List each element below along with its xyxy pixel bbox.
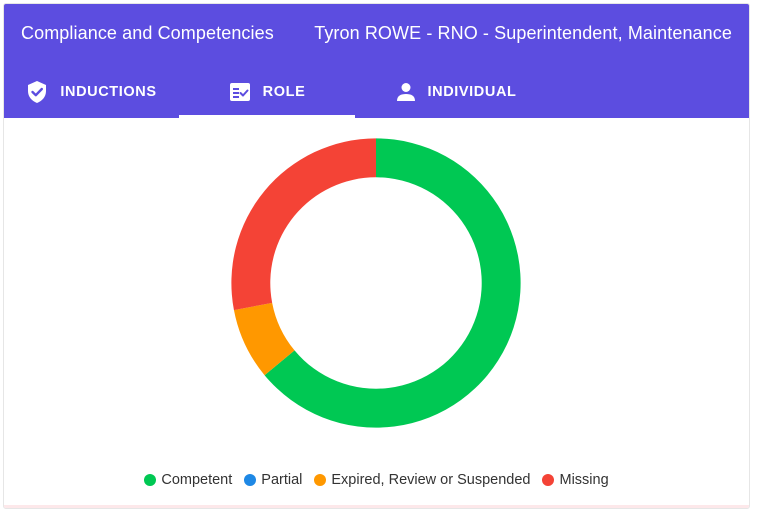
legend-item-competent[interactable]: Competent	[144, 472, 232, 488]
legend-label: Competent	[161, 472, 233, 488]
page-title: Compliance and Competencies	[21, 23, 274, 43]
tab-inductions[interactable]: INDUCTIONS	[4, 66, 179, 118]
legend-dot	[542, 474, 555, 486]
legend-item-partial[interactable]: Partial	[244, 472, 302, 488]
bottom-divider	[4, 505, 749, 508]
donut-chart	[231, 138, 521, 428]
tab-individual-label: INDIVIDUAL	[427, 84, 517, 100]
legend-label: Missing	[559, 472, 609, 488]
tab-role[interactable]: ROLE	[179, 66, 355, 118]
legend-dot	[244, 474, 257, 486]
verified-shield-icon	[26, 80, 48, 104]
person-icon	[396, 82, 416, 102]
role-checklist-icon	[229, 81, 251, 103]
chart-legend: Competent Partial Expired, Review or Suspe…	[4, 472, 749, 488]
tab-inductions-label: INDUCTIONS	[60, 84, 157, 100]
compliance-card: Compliance and Competencies Tyron ROWE -…	[3, 3, 750, 509]
legend-item-missing[interactable]: Missing	[542, 472, 609, 488]
tab-bar: INDUCTIONS ROLE INDIVIDUAL	[4, 66, 749, 118]
employee-name: Tyron ROWE - RNO - Superintendent, Maint…	[314, 23, 732, 43]
legend-label: Partial	[261, 472, 303, 488]
donut-slice-missing[interactable]	[231, 138, 377, 311]
legend-item-expired-review-or-suspended[interactable]: Expired, Review or Suspended	[314, 472, 530, 488]
legend-dot	[314, 474, 327, 486]
card-header: Compliance and Competencies Tyron ROWE -…	[4, 4, 749, 118]
legend-dot	[144, 474, 157, 486]
legend-label: Expired, Review or Suspended	[331, 472, 531, 488]
tab-role-label: ROLE	[262, 84, 306, 100]
tab-individual[interactable]: INDIVIDUAL	[355, 66, 557, 118]
